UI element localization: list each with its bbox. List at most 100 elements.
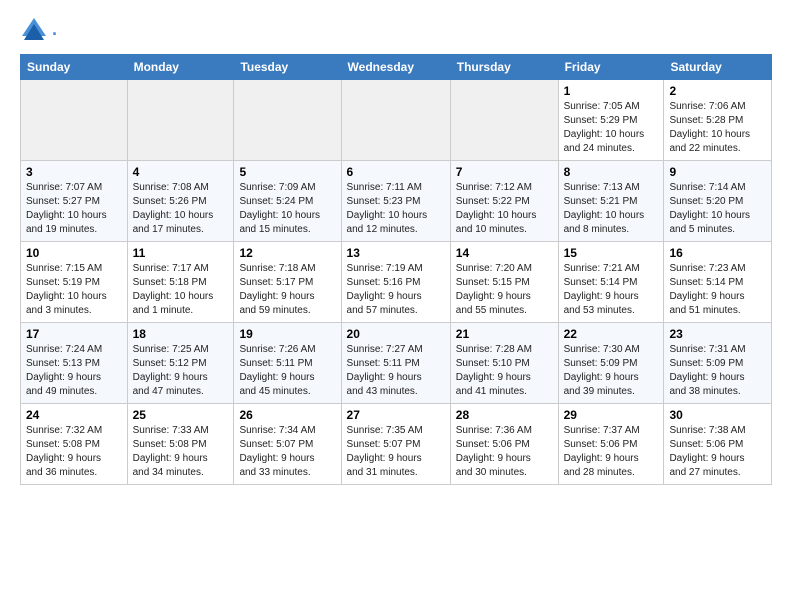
calendar-cell: 16 Sunrise: 7:23 AM Sunset: 5:14 PM Dayli… bbox=[664, 242, 772, 323]
calendar-cell: 11 Sunrise: 7:17 AM Sunset: 5:18 PM Dayli… bbox=[127, 242, 234, 323]
day-info: Sunrise: 7:24 AM Sunset: 5:13 PM Dayligh… bbox=[26, 343, 122, 399]
logo-blue-dot: . bbox=[52, 19, 57, 39]
calendar-cell: 28Sunrise: 7:36 AM Sunset: 5:06 PM Dayli… bbox=[450, 404, 558, 485]
day-number: 5 bbox=[239, 165, 335, 179]
weekday-header-monday: Monday bbox=[127, 55, 234, 80]
calendar-cell: 3 Sunrise: 7:07 AM Sunset: 5:27 PM Daylig… bbox=[21, 161, 128, 242]
calendar: SundayMondayTuesdayWednesdayThursdayFrid… bbox=[20, 54, 772, 485]
calendar-cell: 2 Sunrise: 7:06 AM Sunset: 5:28 PM Daylig… bbox=[664, 80, 772, 161]
header: . bbox=[20, 16, 772, 44]
day-info: Sunrise: 7:33 AM Sunset: 5:08 PM Dayligh… bbox=[133, 424, 229, 480]
calendar-cell: 9Sunrise: 7:14 AM Sunset: 5:20 PM Daylig… bbox=[664, 161, 772, 242]
day-info: Sunrise: 7:15 AM Sunset: 5:19 PM Dayligh… bbox=[26, 262, 122, 318]
calendar-cell: 10 Sunrise: 7:15 AM Sunset: 5:19 PM Dayli… bbox=[21, 242, 128, 323]
day-number: 21 bbox=[456, 327, 553, 341]
day-number: 7 bbox=[456, 165, 553, 179]
day-info: Sunrise: 7:25 AM Sunset: 5:12 PM Dayligh… bbox=[133, 343, 229, 399]
calendar-cell: 22 Sunrise: 7:30 AM Sunset: 5:09 PM Dayli… bbox=[558, 323, 664, 404]
day-info: Sunrise: 7:20 AM Sunset: 5:15 PM Dayligh… bbox=[456, 262, 553, 318]
calendar-cell: 27 Sunrise: 7:35 AM Sunset: 5:07 PM Dayli… bbox=[341, 404, 450, 485]
day-info: Sunrise: 7:06 AM Sunset: 5:28 PM Dayligh… bbox=[669, 100, 766, 156]
weekday-header-friday: Friday bbox=[558, 55, 664, 80]
day-number: 29 bbox=[564, 408, 659, 422]
day-info: Sunrise: 7:18 AM Sunset: 5:17 PM Dayligh… bbox=[239, 262, 335, 318]
day-info: Sunrise: 7:05 AM Sunset: 5:29 PM Dayligh… bbox=[564, 100, 659, 156]
day-info: Sunrise: 7:35 AM Sunset: 5:07 PM Dayligh… bbox=[347, 424, 445, 480]
calendar-cell bbox=[450, 80, 558, 161]
day-number: 25 bbox=[133, 408, 229, 422]
day-number: 10 bbox=[26, 246, 122, 260]
calendar-cell: 19 Sunrise: 7:26 AM Sunset: 5:11 PM Dayli… bbox=[234, 323, 341, 404]
day-info: Sunrise: 7:13 AM Sunset: 5:21 PM Dayligh… bbox=[564, 181, 659, 237]
day-info: Sunrise: 7:37 AM Sunset: 5:06 PM Dayligh… bbox=[564, 424, 659, 480]
calendar-cell bbox=[127, 80, 234, 161]
day-info: Sunrise: 7:26 AM Sunset: 5:11 PM Dayligh… bbox=[239, 343, 335, 399]
day-number: 3 bbox=[26, 165, 122, 179]
calendar-cell: 20 Sunrise: 7:27 AM Sunset: 5:11 PM Dayli… bbox=[341, 323, 450, 404]
calendar-cell: 26 Sunrise: 7:34 AM Sunset: 5:07 PM Dayli… bbox=[234, 404, 341, 485]
logo: . bbox=[20, 16, 57, 44]
calendar-cell: 30 Sunrise: 7:38 AM Sunset: 5:06 PM Dayli… bbox=[664, 404, 772, 485]
day-info: Sunrise: 7:21 AM Sunset: 5:14 PM Dayligh… bbox=[564, 262, 659, 318]
page: . SundayMondayTuesdayWednesdayThursdayFr… bbox=[0, 0, 792, 495]
calendar-cell: 24 Sunrise: 7:32 AM Sunset: 5:08 PM Dayli… bbox=[21, 404, 128, 485]
day-info: Sunrise: 7:23 AM Sunset: 5:14 PM Dayligh… bbox=[669, 262, 766, 318]
calendar-cell: 13Sunrise: 7:19 AM Sunset: 5:16 PM Dayli… bbox=[341, 242, 450, 323]
calendar-cell: 5Sunrise: 7:09 AM Sunset: 5:24 PM Daylig… bbox=[234, 161, 341, 242]
day-info: Sunrise: 7:17 AM Sunset: 5:18 PM Dayligh… bbox=[133, 262, 229, 318]
calendar-cell: 7 Sunrise: 7:12 AM Sunset: 5:22 PM Daylig… bbox=[450, 161, 558, 242]
day-info: Sunrise: 7:38 AM Sunset: 5:06 PM Dayligh… bbox=[669, 424, 766, 480]
day-number: 20 bbox=[347, 327, 445, 341]
day-number: 23 bbox=[669, 327, 766, 341]
calendar-cell: 1Sunrise: 7:05 AM Sunset: 5:29 PM Daylig… bbox=[558, 80, 664, 161]
day-number: 14 bbox=[456, 246, 553, 260]
weekday-header-tuesday: Tuesday bbox=[234, 55, 341, 80]
day-info: Sunrise: 7:30 AM Sunset: 5:09 PM Dayligh… bbox=[564, 343, 659, 399]
logo-icon bbox=[20, 16, 48, 44]
day-info: Sunrise: 7:36 AM Sunset: 5:06 PM Dayligh… bbox=[456, 424, 553, 480]
day-number: 2 bbox=[669, 84, 766, 98]
weekday-header-row: SundayMondayTuesdayWednesdayThursdayFrid… bbox=[21, 55, 772, 80]
calendar-cell: 14 Sunrise: 7:20 AM Sunset: 5:15 PM Dayli… bbox=[450, 242, 558, 323]
day-number: 12 bbox=[239, 246, 335, 260]
calendar-cell bbox=[21, 80, 128, 161]
day-number: 17 bbox=[26, 327, 122, 341]
weekday-header-wednesday: Wednesday bbox=[341, 55, 450, 80]
day-info: Sunrise: 7:34 AM Sunset: 5:07 PM Dayligh… bbox=[239, 424, 335, 480]
day-number: 19 bbox=[239, 327, 335, 341]
day-info: Sunrise: 7:27 AM Sunset: 5:11 PM Dayligh… bbox=[347, 343, 445, 399]
day-info: Sunrise: 7:31 AM Sunset: 5:09 PM Dayligh… bbox=[669, 343, 766, 399]
calendar-cell: 17 Sunrise: 7:24 AM Sunset: 5:13 PM Dayli… bbox=[21, 323, 128, 404]
day-info: Sunrise: 7:12 AM Sunset: 5:22 PM Dayligh… bbox=[456, 181, 553, 237]
calendar-cell: 15 Sunrise: 7:21 AM Sunset: 5:14 PM Dayli… bbox=[558, 242, 664, 323]
day-number: 15 bbox=[564, 246, 659, 260]
day-number: 27 bbox=[347, 408, 445, 422]
day-info: Sunrise: 7:07 AM Sunset: 5:27 PM Dayligh… bbox=[26, 181, 122, 237]
calendar-cell: 25 Sunrise: 7:33 AM Sunset: 5:08 PM Dayli… bbox=[127, 404, 234, 485]
calendar-cell: 21 Sunrise: 7:28 AM Sunset: 5:10 PM Dayli… bbox=[450, 323, 558, 404]
day-number: 16 bbox=[669, 246, 766, 260]
week-row-4: 24 Sunrise: 7:32 AM Sunset: 5:08 PM Dayli… bbox=[21, 404, 772, 485]
day-info: Sunrise: 7:11 AM Sunset: 5:23 PM Dayligh… bbox=[347, 181, 445, 237]
day-info: Sunrise: 7:19 AM Sunset: 5:16 PM Dayligh… bbox=[347, 262, 445, 318]
day-number: 18 bbox=[133, 327, 229, 341]
calendar-cell: 8Sunrise: 7:13 AM Sunset: 5:21 PM Daylig… bbox=[558, 161, 664, 242]
day-number: 24 bbox=[26, 408, 122, 422]
day-number: 26 bbox=[239, 408, 335, 422]
calendar-cell: 23 Sunrise: 7:31 AM Sunset: 5:09 PM Dayli… bbox=[664, 323, 772, 404]
weekday-header-sunday: Sunday bbox=[21, 55, 128, 80]
week-row-3: 17 Sunrise: 7:24 AM Sunset: 5:13 PM Dayli… bbox=[21, 323, 772, 404]
weekday-header-thursday: Thursday bbox=[450, 55, 558, 80]
day-number: 11 bbox=[133, 246, 229, 260]
day-info: Sunrise: 7:14 AM Sunset: 5:20 PM Dayligh… bbox=[669, 181, 766, 237]
calendar-cell bbox=[234, 80, 341, 161]
day-number: 22 bbox=[564, 327, 659, 341]
day-info: Sunrise: 7:32 AM Sunset: 5:08 PM Dayligh… bbox=[26, 424, 122, 480]
week-row-2: 10 Sunrise: 7:15 AM Sunset: 5:19 PM Dayli… bbox=[21, 242, 772, 323]
calendar-cell: 29 Sunrise: 7:37 AM Sunset: 5:06 PM Dayli… bbox=[558, 404, 664, 485]
logo-text: . bbox=[52, 20, 57, 40]
day-number: 30 bbox=[669, 408, 766, 422]
calendar-cell: 4Sunrise: 7:08 AM Sunset: 5:26 PM Daylig… bbox=[127, 161, 234, 242]
day-info: Sunrise: 7:28 AM Sunset: 5:10 PM Dayligh… bbox=[456, 343, 553, 399]
calendar-cell: 18 Sunrise: 7:25 AM Sunset: 5:12 PM Dayli… bbox=[127, 323, 234, 404]
